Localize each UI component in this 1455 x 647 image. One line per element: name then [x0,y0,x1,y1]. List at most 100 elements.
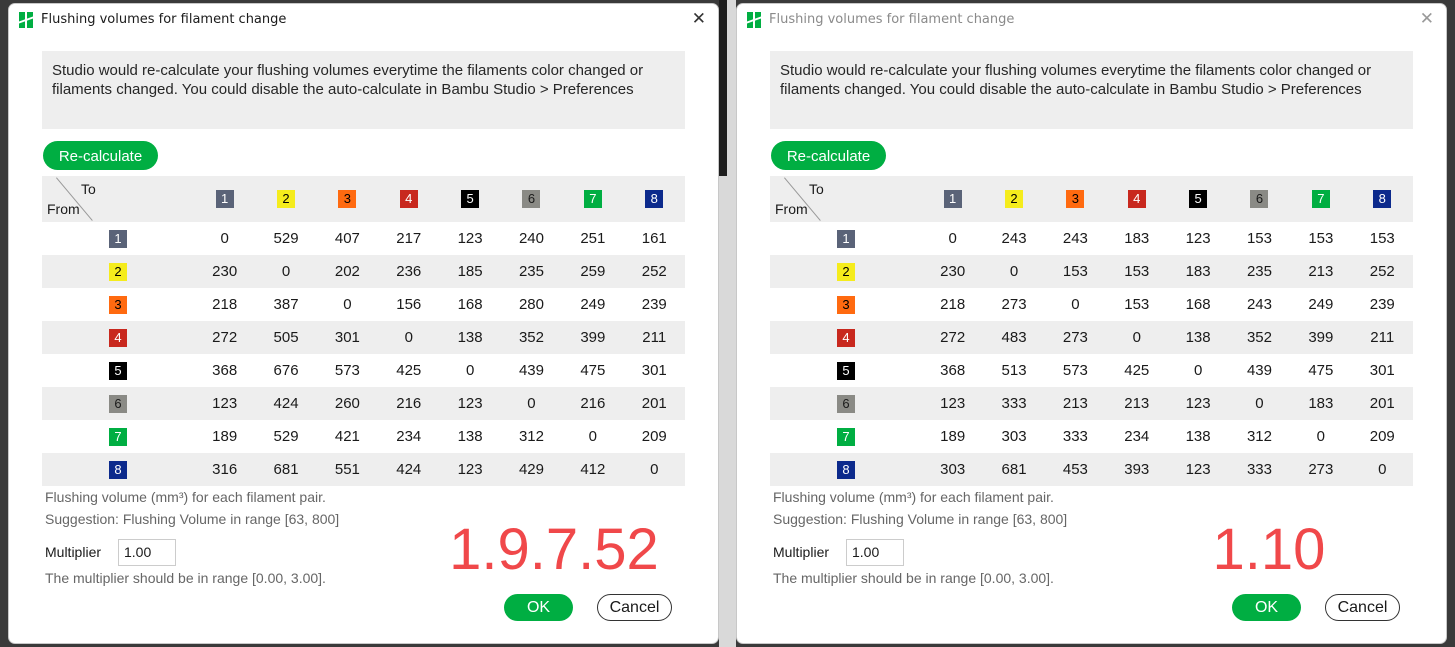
flush-volume-cell[interactable]: 217 [378,222,439,255]
flush-volume-cell[interactable]: 0 [1167,354,1228,387]
cancel-button[interactable]: Cancel [597,594,672,621]
flush-volume-cell[interactable]: 153 [1106,288,1167,321]
flush-volume-cell[interactable]: 407 [317,222,378,255]
flush-volume-cell[interactable]: 123 [922,387,983,420]
flush-volume-cell[interactable]: 0 [194,222,255,255]
flush-volume-cell[interactable]: 453 [1045,453,1106,486]
flush-volume-cell[interactable]: 529 [255,222,316,255]
flush-volume-cell[interactable]: 412 [562,453,623,486]
flush-volume-cell[interactable]: 475 [1290,354,1351,387]
close-icon[interactable]: ✕ [1420,9,1434,29]
flush-volume-cell[interactable]: 251 [562,222,623,255]
flush-volume-cell[interactable]: 153 [1045,255,1106,288]
multiplier-input[interactable]: 1.00 [118,539,176,566]
recalculate-button[interactable]: Re-calculate [43,141,158,170]
flush-volume-cell[interactable]: 153 [1106,255,1167,288]
flush-volume-cell[interactable]: 185 [439,255,500,288]
flush-volume-cell[interactable]: 153 [1352,222,1413,255]
flush-volume-cell[interactable]: 213 [1045,387,1106,420]
flush-volume-cell[interactable]: 236 [378,255,439,288]
cancel-button[interactable]: Cancel [1325,594,1400,621]
flush-volume-cell[interactable]: 183 [1167,255,1228,288]
flush-volume-cell[interactable]: 230 [922,255,983,288]
flush-volume-cell[interactable]: 0 [922,222,983,255]
flush-volume-cell[interactable]: 273 [1290,453,1351,486]
flush-volume-cell[interactable]: 138 [1167,420,1228,453]
flush-volume-cell[interactable]: 303 [922,453,983,486]
flush-volume-cell[interactable]: 201 [1352,387,1413,420]
flush-volume-cell[interactable]: 123 [439,453,500,486]
flush-volume-cell[interactable]: 399 [1290,321,1351,354]
flush-volume-cell[interactable]: 260 [317,387,378,420]
flush-volume-cell[interactable]: 230 [194,255,255,288]
flush-volume-cell[interactable]: 202 [317,255,378,288]
flush-volume-cell[interactable]: 153 [1290,222,1351,255]
flush-volume-cell[interactable]: 301 [1352,354,1413,387]
flush-volume-cell[interactable]: 280 [501,288,562,321]
flush-volume-cell[interactable]: 189 [922,420,983,453]
flush-volume-cell[interactable]: 551 [317,453,378,486]
flush-volume-cell[interactable]: 573 [1045,354,1106,387]
flush-volume-cell[interactable]: 529 [255,420,316,453]
flush-volume-cell[interactable]: 0 [1045,288,1106,321]
flush-volume-cell[interactable]: 0 [501,387,562,420]
flush-volume-cell[interactable]: 681 [983,453,1044,486]
flush-volume-cell[interactable]: 252 [1352,255,1413,288]
flush-volume-cell[interactable]: 429 [501,453,562,486]
flush-volume-cell[interactable]: 123 [1167,222,1228,255]
ok-button[interactable]: OK [1232,594,1301,621]
flush-volume-cell[interactable]: 252 [624,255,685,288]
flush-volume-cell[interactable]: 0 [1290,420,1351,453]
flush-volume-cell[interactable]: 368 [194,354,255,387]
flush-volume-cell[interactable]: 368 [922,354,983,387]
flush-volume-cell[interactable]: 249 [562,288,623,321]
flush-volume-cell[interactable]: 183 [1106,222,1167,255]
flush-volume-cell[interactable]: 249 [1290,288,1351,321]
flush-volume-cell[interactable]: 168 [1167,288,1228,321]
flush-volume-cell[interactable]: 213 [1106,387,1167,420]
flush-volume-cell[interactable]: 123 [439,387,500,420]
flush-volume-cell[interactable]: 272 [922,321,983,354]
flush-volume-cell[interactable]: 0 [317,288,378,321]
flush-volume-cell[interactable]: 439 [1229,354,1290,387]
flush-volume-cell[interactable]: 303 [983,420,1044,453]
flush-volume-cell[interactable]: 573 [317,354,378,387]
flush-volume-cell[interactable]: 209 [624,420,685,453]
flush-volume-cell[interactable]: 425 [378,354,439,387]
flush-volume-cell[interactable]: 0 [439,354,500,387]
flush-volume-cell[interactable]: 0 [983,255,1044,288]
flush-volume-cell[interactable]: 216 [562,387,623,420]
flush-volume-cell[interactable]: 0 [624,453,685,486]
flush-volume-cell[interactable]: 0 [1106,321,1167,354]
flush-volume-cell[interactable]: 123 [1167,387,1228,420]
flush-volume-cell[interactable]: 273 [983,288,1044,321]
flush-volume-cell[interactable]: 156 [378,288,439,321]
flush-volume-cell[interactable]: 312 [501,420,562,453]
flush-volume-cell[interactable]: 333 [1045,420,1106,453]
flush-volume-cell[interactable]: 301 [317,321,378,354]
flush-volume-cell[interactable]: 189 [194,420,255,453]
flush-volume-cell[interactable]: 483 [983,321,1044,354]
flush-volume-cell[interactable]: 218 [194,288,255,321]
flush-volume-cell[interactable]: 505 [255,321,316,354]
flush-volume-cell[interactable]: 272 [194,321,255,354]
flush-volume-cell[interactable]: 123 [1167,453,1228,486]
flush-volume-cell[interactable]: 681 [255,453,316,486]
flush-volume-cell[interactable]: 475 [562,354,623,387]
flush-volume-cell[interactable]: 352 [1229,321,1290,354]
flush-volume-cell[interactable]: 439 [501,354,562,387]
flush-volume-cell[interactable]: 676 [255,354,316,387]
flush-volume-cell[interactable]: 352 [501,321,562,354]
flush-volume-cell[interactable]: 211 [624,321,685,354]
flush-volume-cell[interactable]: 243 [1045,222,1106,255]
flush-volume-cell[interactable]: 138 [439,420,500,453]
flush-volume-cell[interactable]: 513 [983,354,1044,387]
flush-volume-cell[interactable]: 393 [1106,453,1167,486]
flush-volume-cell[interactable]: 425 [1106,354,1167,387]
close-icon[interactable]: ✕ [692,9,706,29]
flush-volume-cell[interactable]: 421 [317,420,378,453]
flush-volume-cell[interactable]: 0 [1352,453,1413,486]
flush-volume-cell[interactable]: 0 [378,321,439,354]
flush-volume-cell[interactable]: 0 [1229,387,1290,420]
flush-volume-cell[interactable]: 138 [439,321,500,354]
